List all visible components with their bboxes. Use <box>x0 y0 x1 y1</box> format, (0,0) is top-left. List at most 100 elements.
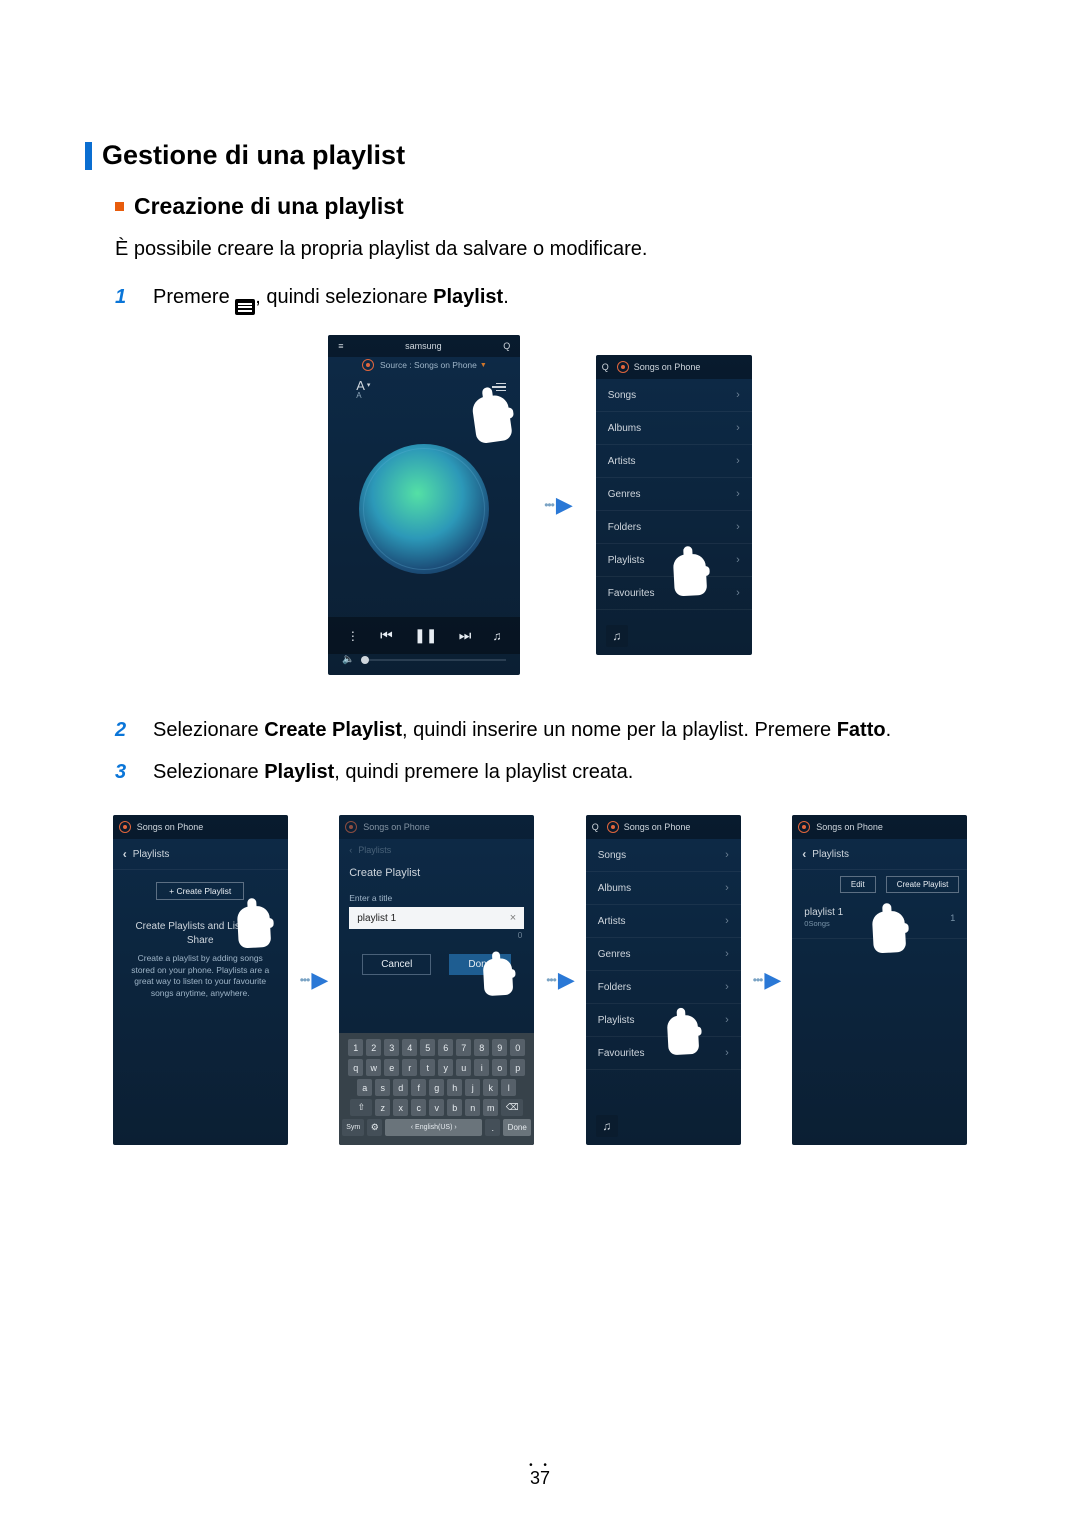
key-z[interactable]: z <box>375 1099 390 1116</box>
clear-input-icon[interactable]: × <box>510 912 516 924</box>
phone-categories-2-list: Songs› Albums› Artists› Genres› Folders›… <box>586 839 741 1070</box>
menu-item-albums[interactable]: Albums› <box>596 412 752 445</box>
menu-item-genres[interactable]: Genres› <box>596 478 752 511</box>
menu-item-favourites[interactable]: Favourites› <box>586 1037 741 1070</box>
key-p[interactable]: p <box>510 1059 525 1076</box>
key-sym[interactable]: Sym <box>342 1119 364 1136</box>
key-m[interactable]: m <box>483 1099 498 1116</box>
key-d[interactable]: d <box>393 1079 408 1096</box>
phone-empty-header: Songs on Phone <box>131 822 282 832</box>
key-a[interactable]: a <box>357 1079 372 1096</box>
phone-main-title: samsung <box>405 341 442 351</box>
key-n[interactable]: n <box>465 1099 480 1116</box>
speaker-icon[interactable]: ♫ <box>606 625 628 647</box>
create-playlist-button[interactable]: + Create Playlist <box>156 882 244 900</box>
key-w[interactable]: w <box>366 1059 381 1076</box>
key-shift[interactable]: ⇧ <box>350 1099 372 1116</box>
menu-item-playlists[interactable]: Playlists› <box>586 1004 741 1037</box>
key-e[interactable]: e <box>384 1059 399 1076</box>
speaker-icon[interactable]: ♫ <box>596 1115 618 1137</box>
menu-item-playlists[interactable]: Playlists› <box>596 544 752 577</box>
on-screen-keyboard[interactable]: 1 2 3 4 5 6 7 8 9 0 q w e r t y <box>339 1033 534 1145</box>
key-y[interactable]: y <box>438 1059 453 1076</box>
key-3[interactable]: 3 <box>384 1039 399 1056</box>
playlist-item[interactable]: playlist 1 0Songs 1 <box>792 897 967 939</box>
key-q[interactable]: q <box>348 1059 363 1076</box>
key-t[interactable]: t <box>420 1059 435 1076</box>
phone-categories-1-header: Songs on Phone <box>634 362 701 372</box>
key-9[interactable]: 9 <box>492 1039 507 1056</box>
key-b[interactable]: b <box>447 1099 462 1116</box>
key-1[interactable]: 1 <box>348 1039 363 1056</box>
key-backspace[interactable]: ⌫ <box>501 1099 523 1116</box>
menu-item-artists[interactable]: Artists› <box>586 905 741 938</box>
phone-main-sort[interactable]: A▾ A <box>342 373 370 400</box>
menu-item-artists[interactable]: Artists› <box>596 445 752 478</box>
menu-item-songs[interactable]: Songs› <box>586 839 741 872</box>
key-f[interactable]: f <box>411 1079 426 1096</box>
key-done[interactable]: Done <box>503 1119 531 1136</box>
key-0[interactable]: 0 <box>510 1039 525 1056</box>
pause-icon[interactable]: ❚❚ <box>414 627 437 644</box>
phone-create-dialog: Songs on Phone ‹ Playlists Create Playli… <box>339 815 534 1145</box>
create-playlist-row: + Create Playlist <box>113 870 288 910</box>
menu-item-albums[interactable]: Albums› <box>586 872 741 905</box>
char-counter: 0 <box>339 929 534 940</box>
key-i[interactable]: i <box>474 1059 489 1076</box>
keyboard-row-numbers: 1 2 3 4 5 6 7 8 9 0 <box>342 1039 531 1056</box>
chevron-right-icon: › <box>725 1014 729 1026</box>
key-7[interactable]: 7 <box>456 1039 471 1056</box>
playlist-item-count: 1 <box>950 913 955 923</box>
prev-icon[interactable]: ⏮ <box>380 627 393 644</box>
key-dot[interactable]: . <box>485 1119 500 1136</box>
volume-track[interactable] <box>361 659 507 661</box>
key-settings[interactable]: ⚙ <box>367 1119 382 1136</box>
phone-playlist-list: Songs on Phone ‹ Playlists Edit Create P… <box>792 815 967 1145</box>
key-u[interactable]: u <box>456 1059 471 1076</box>
key-8[interactable]: 8 <box>474 1039 489 1056</box>
volume-bar: 🔈 <box>328 654 520 675</box>
brand-icon <box>119 821 131 833</box>
menu-item-folders[interactable]: Folders› <box>586 971 741 1004</box>
dropdown-caret-icon[interactable]: ▼ <box>480 362 487 369</box>
speaker-icon[interactable]: ♫ <box>493 629 502 643</box>
key-4[interactable]: 4 <box>402 1039 417 1056</box>
search-icon[interactable]: Q <box>503 341 510 351</box>
key-s[interactable]: s <box>375 1079 390 1096</box>
key-l[interactable]: l <box>501 1079 516 1096</box>
key-k[interactable]: k <box>483 1079 498 1096</box>
phone-empty-back[interactable]: ‹ Playlists <box>113 839 288 870</box>
menu-item-folders[interactable]: Folders› <box>596 511 752 544</box>
more-icon[interactable]: ⋮ <box>347 629 359 643</box>
eq-icon[interactable]: ≡ <box>338 341 343 351</box>
key-2[interactable]: 2 <box>366 1039 381 1056</box>
phone-playlist-back[interactable]: ‹ Playlists <box>792 839 967 870</box>
playlist-name-input[interactable]: playlist 1 × <box>349 907 524 929</box>
key-x[interactable]: x <box>393 1099 408 1116</box>
key-6[interactable]: 6 <box>438 1039 453 1056</box>
search-icon[interactable]: Q <box>592 822 599 832</box>
phone-create-back[interactable]: ‹ Playlists <box>339 839 534 861</box>
volume-icon[interactable]: 🔈 <box>342 654 354 665</box>
key-space[interactable]: ‹ English(US) › <box>385 1119 482 1136</box>
chevron-left-icon: ‹ <box>349 845 352 855</box>
menu-icon <box>235 299 255 315</box>
key-v[interactable]: v <box>429 1099 444 1116</box>
menu-item-genres[interactable]: Genres› <box>586 938 741 971</box>
edit-button[interactable]: Edit <box>840 876 876 893</box>
key-5[interactable]: 5 <box>420 1039 435 1056</box>
list-icon[interactable] <box>492 383 506 392</box>
key-o[interactable]: o <box>492 1059 507 1076</box>
key-j[interactable]: j <box>465 1079 480 1096</box>
cancel-button[interactable]: Cancel <box>362 954 431 975</box>
key-h[interactable]: h <box>447 1079 462 1096</box>
key-r[interactable]: r <box>402 1059 417 1076</box>
next-icon[interactable]: ⏭ <box>459 627 472 644</box>
step-2-number: 2 <box>115 715 135 745</box>
key-g[interactable]: g <box>429 1079 444 1096</box>
menu-item-songs[interactable]: Songs› <box>596 379 752 412</box>
create-playlist-button[interactable]: Create Playlist <box>886 876 960 893</box>
search-icon[interactable]: Q <box>602 362 609 372</box>
playlist-item-name: playlist 1 <box>804 907 843 918</box>
key-c[interactable]: c <box>411 1099 426 1116</box>
